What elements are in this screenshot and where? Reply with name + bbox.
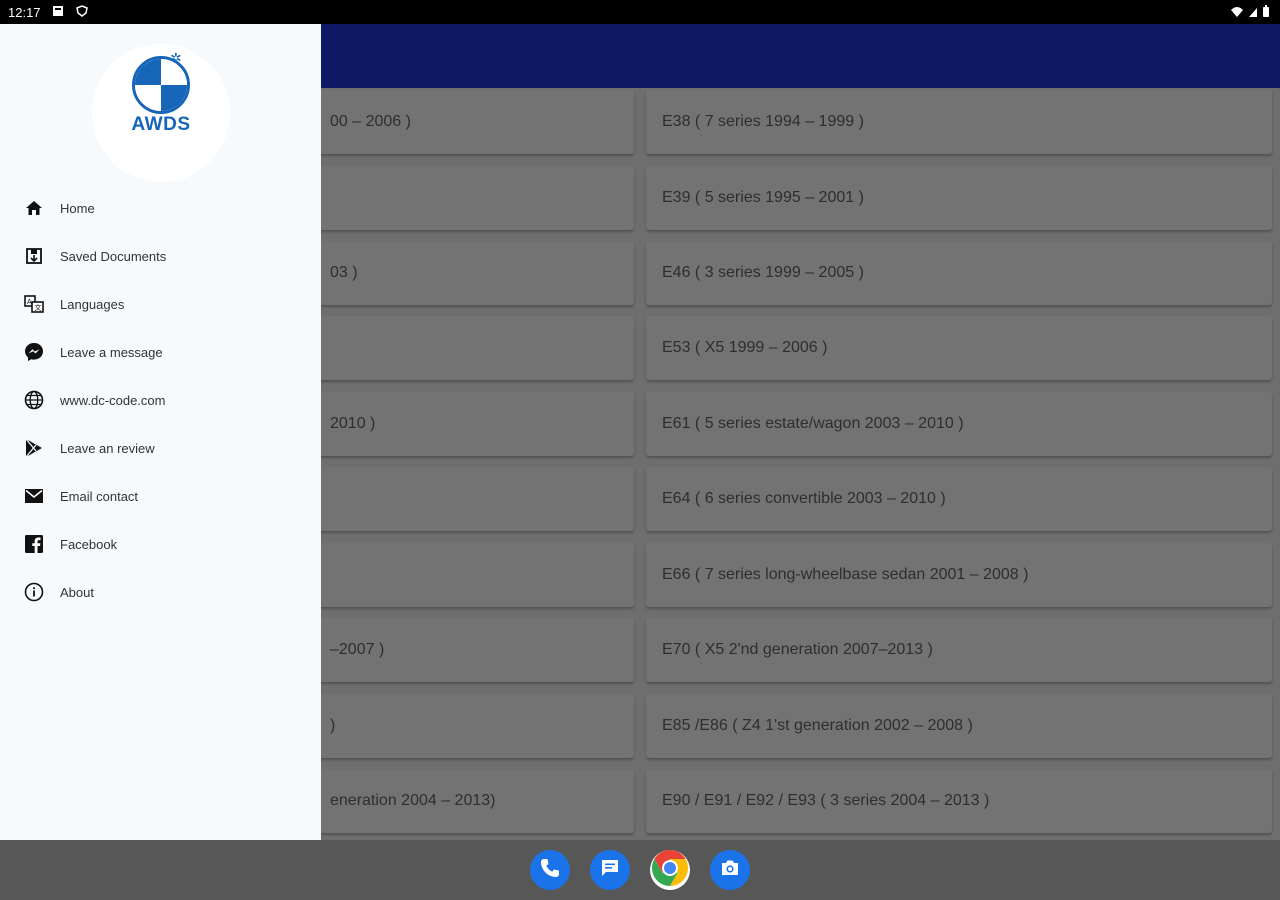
menu-item-leave-message[interactable]: Leave a message <box>0 328 321 376</box>
list-item-label: 00 – 2006 ) <box>330 113 411 130</box>
menu-item-website[interactable]: www.dc-code.com <box>0 376 321 424</box>
saved-documents-icon <box>24 246 44 266</box>
list-item-label: 2010 ) <box>330 415 376 432</box>
system-nav-bar <box>0 840 1280 900</box>
list-item[interactable]: E38 ( 7 series 1994 – 1999 ) <box>646 90 1272 154</box>
dock-messages-button[interactable] <box>590 850 630 890</box>
menu-item-home[interactable]: Home <box>0 184 321 232</box>
menu-item-label: Email contact <box>60 488 139 504</box>
logo-text: AWDS <box>131 114 191 135</box>
list-item[interactable]: E64 ( 6 series convertible 2003 – 2010 ) <box>646 467 1272 531</box>
mail-icon <box>24 486 44 506</box>
list-item[interactable]: E53 ( X5 1999 – 2006 ) <box>646 316 1272 380</box>
menu-item-about[interactable]: About <box>0 568 321 616</box>
drawer-menu: Home Saved Documents A文 Languages Leave … <box>0 184 321 616</box>
list-item[interactable]: E66 ( 7 series long-wheelbase sedan 2001… <box>646 543 1272 607</box>
list-item-label: –2007 ) <box>330 641 385 658</box>
play-store-icon <box>24 438 44 458</box>
list-item[interactable]: E61 ( 5 series estate/wagon 2003 – 2010 … <box>646 392 1272 456</box>
menu-item-label: www.dc-code.com <box>60 392 166 408</box>
phone-icon <box>539 857 561 884</box>
wifi-icon <box>1230 6 1244 21</box>
menu-item-label: Facebook <box>60 536 118 552</box>
messenger-icon <box>24 342 44 362</box>
menu-item-saved-documents[interactable]: Saved Documents <box>0 232 321 280</box>
list-item[interactable]: E70 ( X5 2'nd generation 2007–2013 ) <box>646 618 1272 682</box>
messages-icon <box>599 857 621 884</box>
dock-chrome-button[interactable] <box>650 848 690 893</box>
menu-item-languages[interactable]: A文 Languages <box>0 280 321 328</box>
menu-item-label: Leave a message <box>60 344 163 360</box>
menu-item-label: Home <box>60 200 95 216</box>
menu-item-email-contact[interactable]: Email contact <box>0 472 321 520</box>
dock-phone-button[interactable] <box>530 850 570 890</box>
navigation-drawer: ✲ AWDS Home Saved Documents A文 Languages <box>0 24 321 841</box>
camera-icon <box>719 857 741 884</box>
status-right <box>1230 5 1270 21</box>
translate-icon: A文 <box>24 294 44 314</box>
app-logo: ✲ AWDS <box>92 44 230 182</box>
notification-icon <box>52 5 64 17</box>
info-icon <box>24 582 44 602</box>
svg-text:文: 文 <box>35 303 42 312</box>
list-item-label: ) <box>330 717 336 734</box>
globe-icon <box>24 390 44 410</box>
battery-icon <box>1262 5 1270 21</box>
menu-item-leave-review[interactable]: Leave an review <box>0 424 321 472</box>
list-item[interactable]: E85 /E86 ( Z4 1'st generation 2002 – 200… <box>646 694 1272 758</box>
facebook-icon <box>24 534 44 554</box>
shield-icon <box>76 5 88 17</box>
chrome-icon <box>650 848 690 893</box>
menu-item-label: Saved Documents <box>60 248 167 264</box>
status-time: 12:17 <box>8 5 41 20</box>
home-icon <box>24 198 44 218</box>
menu-item-facebook[interactable]: Facebook <box>0 520 321 568</box>
sparkle-icon: ✲ <box>170 50 182 66</box>
svg-text:A: A <box>27 299 32 306</box>
signal-icon <box>1248 6 1258 21</box>
menu-item-label: Leave an review <box>60 440 155 456</box>
dock-camera-button[interactable] <box>710 850 750 890</box>
list-item-label: eneration 2004 – 2013) <box>330 792 496 809</box>
list-item[interactable]: E90 / E91 / E92 / E93 ( 3 series 2004 – … <box>646 769 1272 833</box>
list-item[interactable]: E46 ( 3 series 1999 – 2005 ) <box>646 241 1272 305</box>
list-item-label: 03 ) <box>330 264 358 281</box>
list-item[interactable]: E39 ( 5 series 1995 – 2001 ) <box>646 166 1272 230</box>
status-bar: 12:17 <box>0 0 1280 24</box>
menu-item-label: Languages <box>60 296 125 312</box>
menu-item-label: About <box>60 584 94 600</box>
